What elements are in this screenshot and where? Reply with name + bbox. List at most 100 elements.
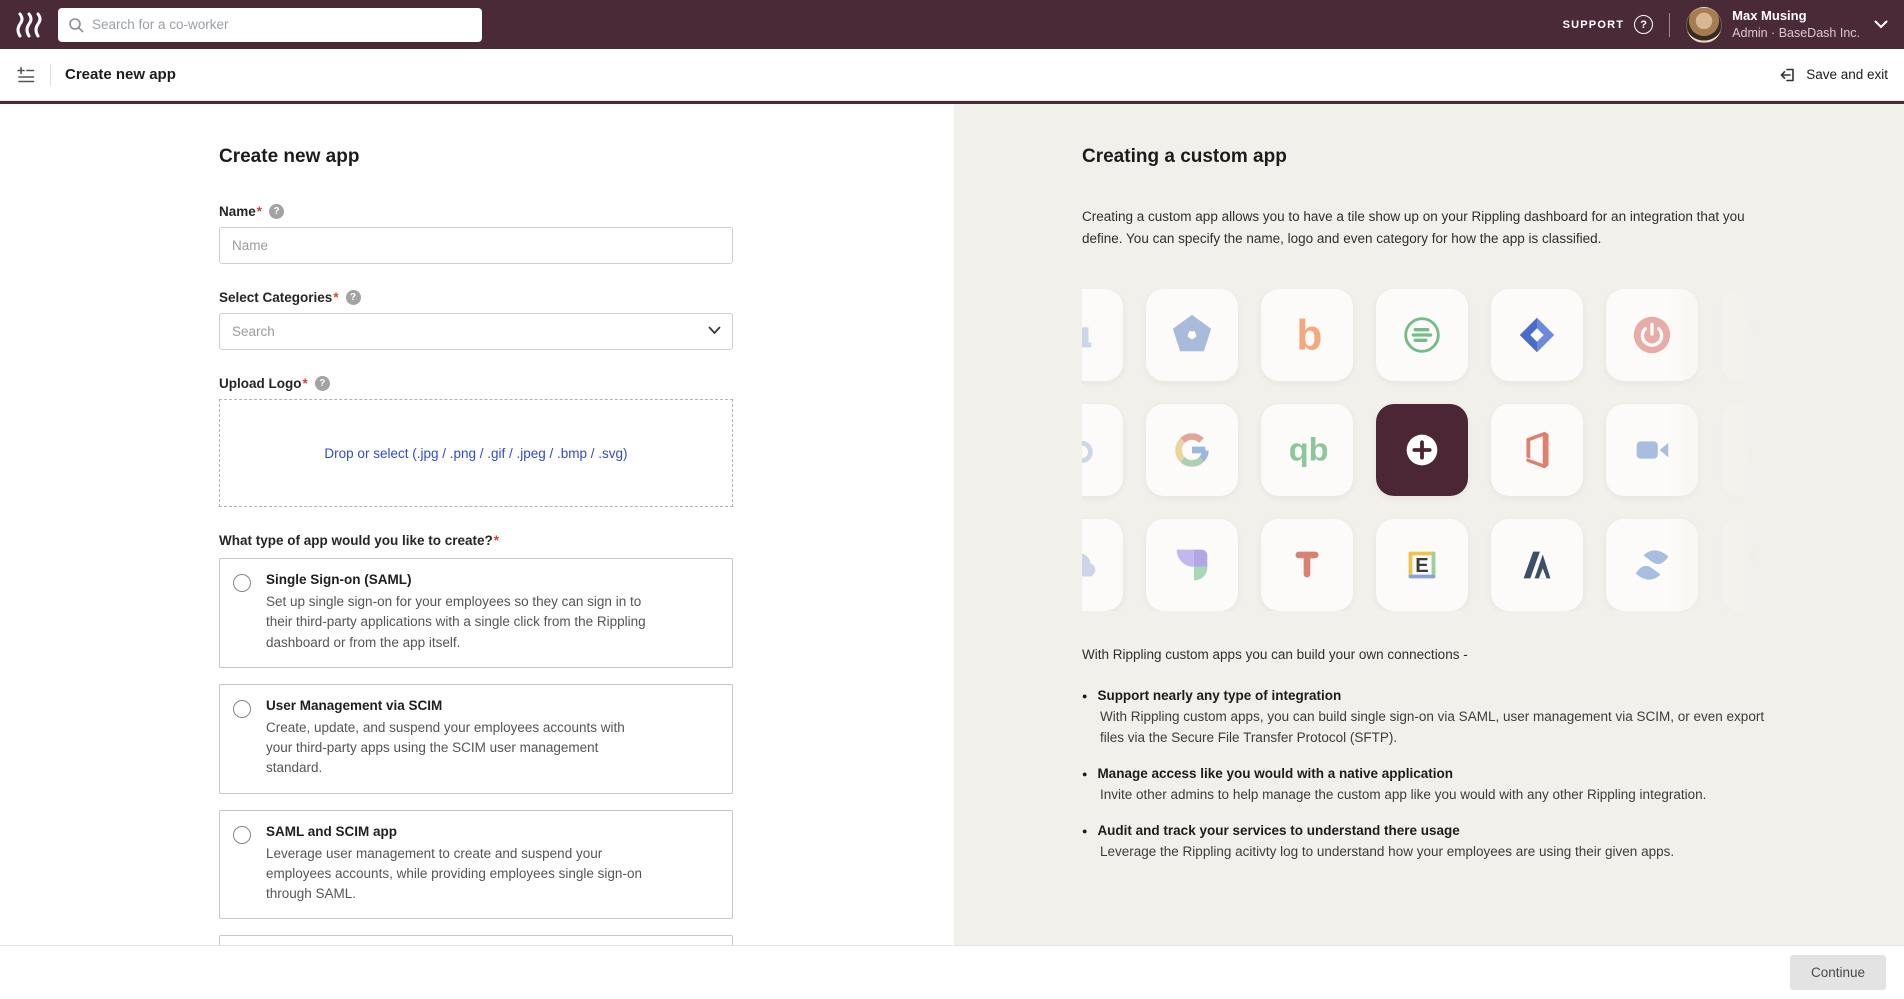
app-wizard-icon[interactable]: [16, 65, 36, 85]
app-icons-grid: b r qb sa E: [1082, 289, 1776, 611]
page-toolbar: Create new app Save and exit: [0, 49, 1904, 101]
benefits-list: ●Support nearly any type of integration …: [1082, 688, 1904, 863]
option-saml-and-scim[interactable]: SAML and SCIM app Leverage user manageme…: [219, 810, 733, 920]
letter-t-icon: [1261, 519, 1353, 611]
name-field-group: Name* ?: [219, 204, 733, 264]
toolbar-divider: [50, 64, 51, 86]
option-title: SAML and SCIM app: [266, 824, 651, 839]
topbar-divider: [1669, 13, 1670, 37]
exit-icon: [1779, 66, 1797, 84]
radio-button[interactable]: [233, 700, 251, 718]
letter-e-icon: E: [1376, 519, 1468, 611]
option-description: Create, update, and suspend your employe…: [266, 718, 651, 779]
upload-logo-label: Upload Logo*: [219, 376, 308, 391]
list-item: ● Audit and track your services to unders…: [1082, 823, 1772, 863]
categories-select[interactable]: [219, 313, 733, 350]
categories-label: Select Categories*: [219, 290, 339, 305]
bullet-dot: ●: [1082, 691, 1087, 701]
upload-help-icon[interactable]: ?: [315, 376, 330, 391]
upload-logo-group: Upload Logo* ? Drop or select (.jpg / .p…: [219, 376, 733, 507]
required-asterisk: *: [333, 290, 338, 305]
bullet-description: Invite other admins to help manage the c…: [1100, 785, 1772, 806]
name-input[interactable]: [219, 227, 733, 264]
custom-app-info-panel: Creating a custom app Creating a custom …: [954, 104, 1904, 945]
required-asterisk: *: [302, 376, 307, 391]
radio-button[interactable]: [233, 826, 251, 844]
info-heading: Creating a custom app: [1082, 146, 1904, 168]
option-single-sign-on-saml[interactable]: Single Sign-on (SAML) Set up single sign…: [219, 558, 733, 668]
power-button-icon: [1606, 289, 1698, 381]
list-item: ● Manage access like you would with a nat…: [1082, 766, 1772, 806]
circle-lines-icon: [1376, 289, 1468, 381]
required-asterisk: *: [494, 533, 499, 548]
svg-text:E: E: [1415, 555, 1428, 577]
letter-a-icon: [1491, 519, 1583, 611]
create-new-app-page: SUPPORT ? Max Musing Admin · BaseDash In…: [0, 0, 1904, 999]
option-title: User Management via SCIM: [266, 698, 651, 713]
qb-icon: qb: [1261, 404, 1353, 496]
avatar[interactable]: [1686, 7, 1722, 43]
sa-icon: sa: [1721, 404, 1776, 496]
rippling-logo-icon[interactable]: [16, 11, 46, 39]
name-help-icon[interactable]: ?: [269, 204, 284, 219]
bullet-title: Audit and track your services to underst…: [1097, 823, 1459, 838]
connections-line: With Rippling custom apps you can build …: [1082, 647, 1904, 662]
bullet-title: Manage access like you would with a nati…: [1097, 766, 1453, 781]
petals-icon: [1146, 519, 1238, 611]
support-link[interactable]: SUPPORT: [1563, 19, 1625, 31]
ro-icon: r: [1082, 404, 1123, 496]
custom-app-plus-icon: [1376, 404, 1468, 496]
categories-help-icon[interactable]: ?: [346, 290, 361, 305]
save-and-exit-label: Save and exit: [1806, 67, 1888, 82]
form-heading: Create new app: [219, 146, 733, 168]
cloud-icon: [1082, 519, 1123, 611]
double-diamond-icon: [1721, 289, 1776, 381]
coworker-search: [58, 8, 482, 42]
user-menu[interactable]: Max Musing Admin · BaseDash Inc.: [1732, 8, 1860, 41]
app-type-group: What type of app would you like to creat…: [219, 533, 733, 999]
drop-or-select-link[interactable]: Drop or select (.jpg / .png / .gif / .jp…: [324, 446, 627, 461]
dots-icon: [1721, 519, 1776, 611]
help-icon[interactable]: ?: [1634, 15, 1653, 34]
option-description: Leverage user management to create and s…: [266, 844, 651, 905]
bullet-description: With Rippling custom apps, you can build…: [1100, 707, 1772, 749]
logo-dropzone[interactable]: Drop or select (.jpg / .png / .gif / .jp…: [219, 399, 733, 507]
wizard-footer: Continue: [0, 945, 1904, 999]
bullet-title: Support nearly any type of integration: [1097, 688, 1341, 703]
continue-button[interactable]: Continue: [1790, 955, 1886, 990]
chevron-down-icon[interactable]: [1874, 20, 1888, 29]
jira-diamond-icon: [1491, 289, 1583, 381]
pentagon-star-icon: [1146, 289, 1238, 381]
curved-bands-icon: [1606, 519, 1698, 611]
bullet-description: Leverage the Rippling acitivty log to un…: [1100, 842, 1772, 863]
list-item: ●Support nearly any type of integration …: [1082, 688, 1772, 749]
option-user-management-scim[interactable]: User Management via SCIM Create, update,…: [219, 684, 733, 794]
info-intro: Creating a custom app allows you to have…: [1082, 206, 1758, 249]
required-asterisk: *: [257, 204, 262, 219]
google-g-icon: [1146, 404, 1238, 496]
radio-button[interactable]: [233, 574, 251, 592]
option-description: Set up single sign-on for your employees…: [266, 592, 651, 653]
option-title: Single Sign-on (SAML): [266, 572, 651, 587]
user-role: Admin · BaseDash Inc.: [1732, 25, 1860, 41]
svg-text:b: b: [1296, 312, 1322, 358]
save-and-exit-button[interactable]: Save and exit: [1779, 66, 1888, 84]
create-app-form-panel: Create new app Name* ? Select Categories…: [0, 104, 954, 945]
page-title: Create new app: [65, 66, 176, 83]
bullet-dot: ●: [1082, 769, 1087, 779]
categories-field-group: Select Categories* ?: [219, 290, 733, 350]
search-input[interactable]: [92, 17, 472, 32]
search-icon: [68, 17, 84, 33]
n1-icon: [1082, 289, 1123, 381]
svg-text:qb: qb: [1289, 432, 1329, 468]
user-name: Max Musing: [1732, 8, 1860, 25]
video-camera-icon: [1606, 404, 1698, 496]
letter-b-icon: b: [1261, 289, 1353, 381]
name-label: Name*: [219, 204, 262, 219]
bullet-dot: ●: [1082, 826, 1087, 836]
app-type-question: What type of app would you like to creat…: [219, 533, 499, 548]
svg-text:sa: sa: [1748, 435, 1776, 469]
office-door-icon: [1491, 404, 1583, 496]
categories-search-input[interactable]: [219, 313, 733, 350]
top-bar: SUPPORT ? Max Musing Admin · BaseDash In…: [0, 0, 1904, 49]
